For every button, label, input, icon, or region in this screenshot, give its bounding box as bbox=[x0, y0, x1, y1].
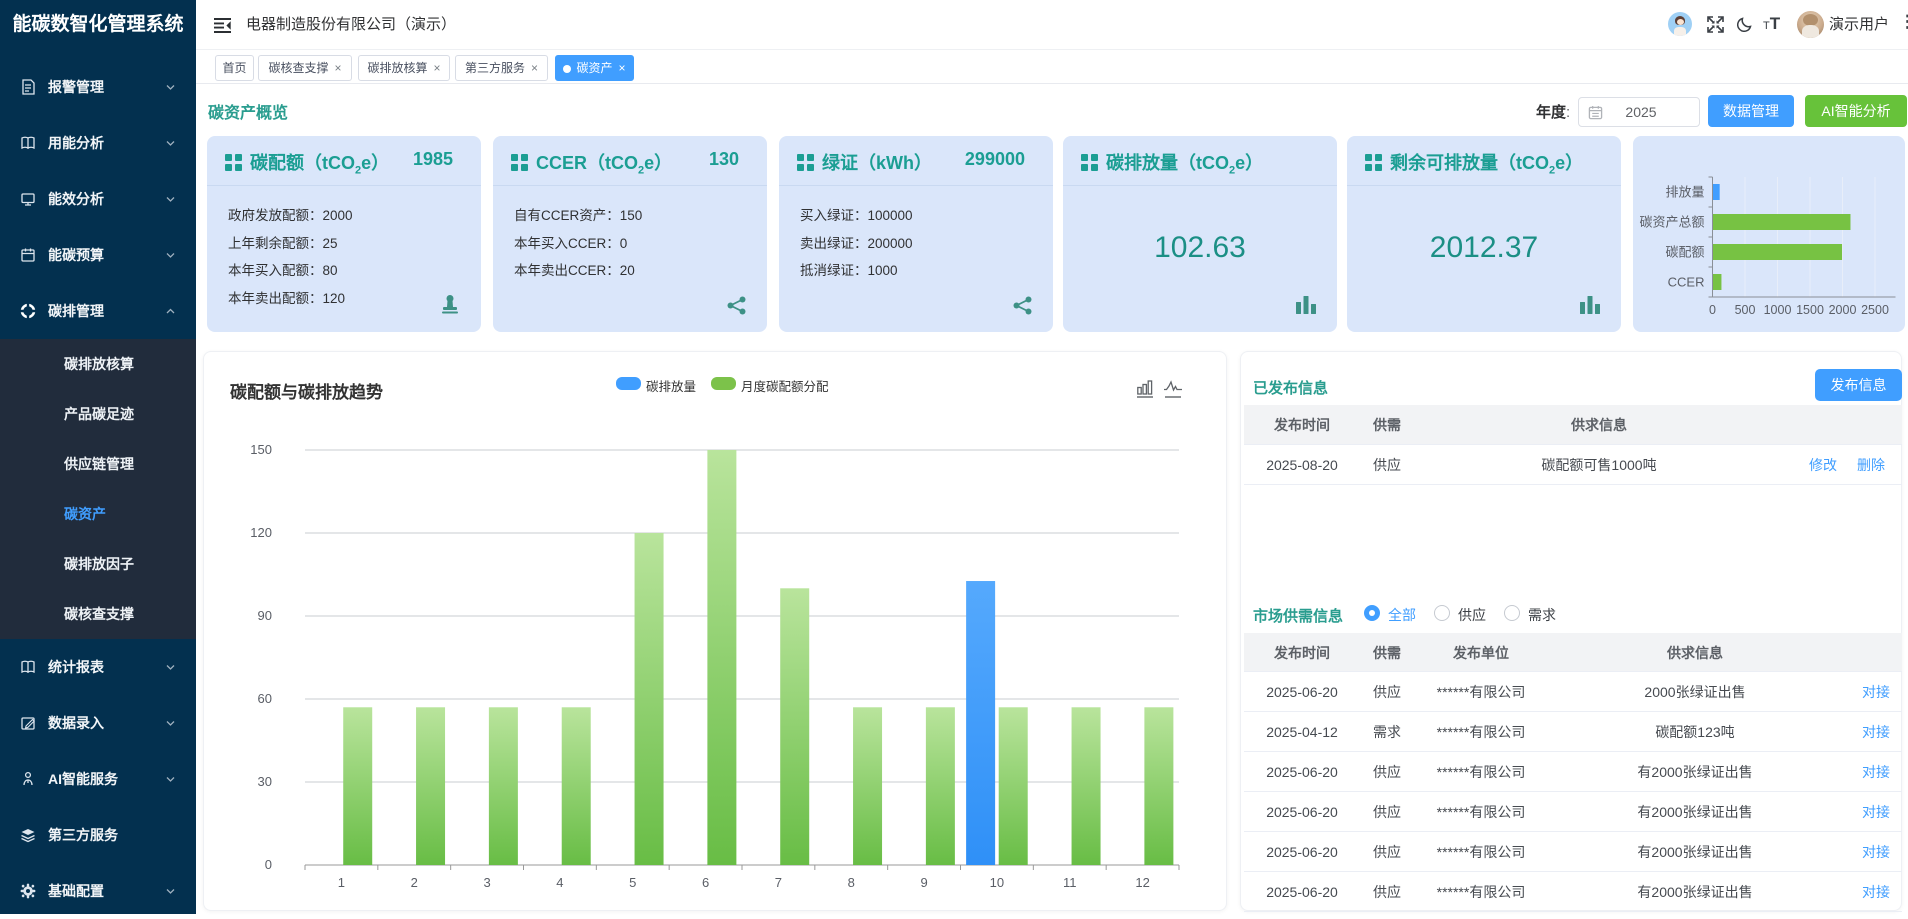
svg-text:0: 0 bbox=[1709, 303, 1716, 317]
svg-text:1500: 1500 bbox=[1796, 303, 1824, 317]
svg-text:10: 10 bbox=[990, 875, 1004, 890]
svg-text:500: 500 bbox=[1735, 303, 1756, 317]
svg-text:3: 3 bbox=[483, 875, 490, 890]
svg-text:排放量: 排放量 bbox=[1665, 185, 1704, 200]
svg-text:4: 4 bbox=[556, 875, 563, 890]
svg-text:60: 60 bbox=[258, 691, 272, 706]
svg-text:5: 5 bbox=[629, 875, 636, 890]
svg-text:12: 12 bbox=[1135, 875, 1149, 890]
svg-text:2000: 2000 bbox=[1829, 303, 1857, 317]
svg-text:150: 150 bbox=[250, 442, 272, 457]
svg-text:碳资产总额: 碳资产总额 bbox=[1639, 215, 1704, 230]
svg-text:0: 0 bbox=[265, 857, 272, 872]
svg-text:2500: 2500 bbox=[1861, 303, 1889, 317]
svg-text:6: 6 bbox=[702, 875, 709, 890]
svg-text:11: 11 bbox=[1063, 875, 1077, 890]
svg-text:120: 120 bbox=[250, 525, 272, 540]
svg-text:碳配额: 碳配额 bbox=[1665, 245, 1704, 260]
svg-text:8: 8 bbox=[848, 875, 855, 890]
svg-text:7: 7 bbox=[775, 875, 782, 890]
svg-text:30: 30 bbox=[258, 774, 272, 789]
svg-text:1: 1 bbox=[338, 875, 345, 890]
svg-text:2: 2 bbox=[411, 875, 418, 890]
svg-text:9: 9 bbox=[920, 875, 927, 890]
svg-text:CCER: CCER bbox=[1668, 275, 1705, 290]
svg-text:90: 90 bbox=[258, 608, 272, 623]
svg-text:1000: 1000 bbox=[1764, 303, 1792, 317]
